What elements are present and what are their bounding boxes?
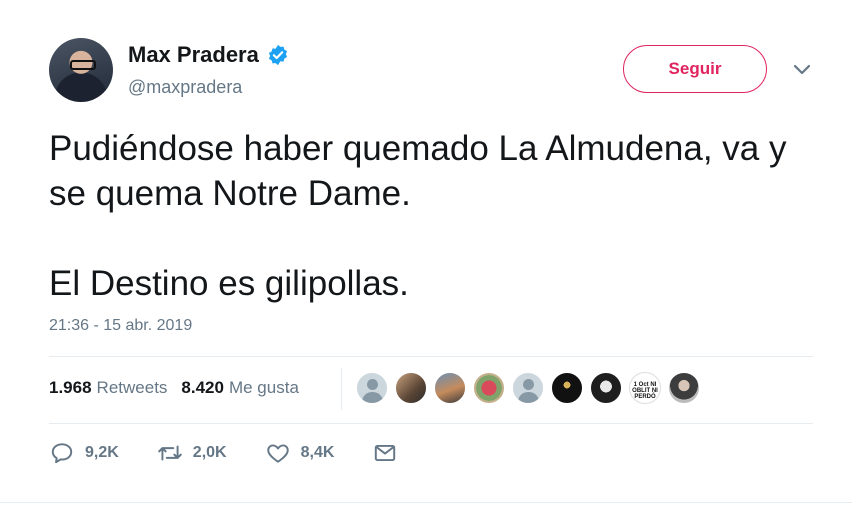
likes-label: Me gusta xyxy=(228,378,299,397)
retweets-stat[interactable]: 1.968 Retweets xyxy=(49,378,167,398)
divider xyxy=(49,356,813,357)
liker-avatars: 1 Oct NI OBLIT NI PERDÓ xyxy=(356,372,707,404)
liker-avatar[interactable] xyxy=(551,372,583,404)
liker-avatar[interactable] xyxy=(473,372,505,404)
chevron-down-icon[interactable] xyxy=(793,64,811,76)
liker-avatar[interactable] xyxy=(395,372,427,404)
tweet-paragraph: Pudiéndose haber quemado La Almudena, va… xyxy=(49,129,787,213)
retweet-count: 2,0K xyxy=(192,444,227,461)
like-button[interactable]: 8,4K xyxy=(265,440,335,466)
reply-button[interactable]: 9,2K xyxy=(49,440,119,466)
user-avatar[interactable] xyxy=(49,38,113,102)
tweet-actions: 9,2K 2,0K 8,4K xyxy=(49,440,446,466)
name-row: Max Pradera xyxy=(128,42,289,68)
tweet-text: Pudiéndose haber quemado La Almudena, va… xyxy=(49,126,819,306)
divider xyxy=(0,502,852,503)
envelope-icon xyxy=(375,444,396,462)
retweet-icon xyxy=(157,445,182,461)
tweet-paragraph: El Destino es gilipollas. xyxy=(49,264,409,303)
direct-message-button[interactable] xyxy=(372,440,408,466)
glasses-detail xyxy=(70,60,96,70)
liker-avatar[interactable] xyxy=(668,372,700,404)
liker-avatar[interactable] xyxy=(590,372,622,404)
likes-stat[interactable]: 8.420 Me gusta xyxy=(181,378,298,398)
reply-count: 9,2K xyxy=(85,444,119,461)
tweet-timestamp[interactable]: 21:36 - 15 abr. 2019 xyxy=(49,317,192,335)
tweet-card: Max Pradera @maxpradera Seguir Pudiéndos… xyxy=(0,0,852,508)
display-name[interactable]: Max Pradera xyxy=(128,42,259,68)
verified-badge-icon xyxy=(268,44,287,66)
follow-button[interactable]: Seguir xyxy=(623,45,767,93)
retweets-count: 1.968 xyxy=(49,378,92,397)
retweets-label: Retweets xyxy=(96,378,168,397)
heart-icon xyxy=(266,444,289,463)
divider xyxy=(49,423,813,424)
ribbon-avatar-text: 1 Oct NI OBLIT NI PERDÓ xyxy=(632,382,658,400)
engagement-stats: 1.968 Retweets 8.420 Me gusta xyxy=(49,378,299,398)
liker-avatar[interactable] xyxy=(356,372,388,404)
user-handle[interactable]: @maxpradera xyxy=(128,77,242,98)
retweet-button[interactable]: 2,0K xyxy=(157,440,227,466)
stats-separator xyxy=(341,368,342,410)
reply-icon xyxy=(51,443,73,464)
likes-count: 8.420 xyxy=(181,378,224,397)
like-count: 8,4K xyxy=(300,444,335,461)
liker-avatar[interactable] xyxy=(512,372,544,404)
liker-avatar[interactable] xyxy=(434,372,466,404)
liker-avatar-ribbon[interactable]: 1 Oct NI OBLIT NI PERDÓ xyxy=(629,372,661,404)
